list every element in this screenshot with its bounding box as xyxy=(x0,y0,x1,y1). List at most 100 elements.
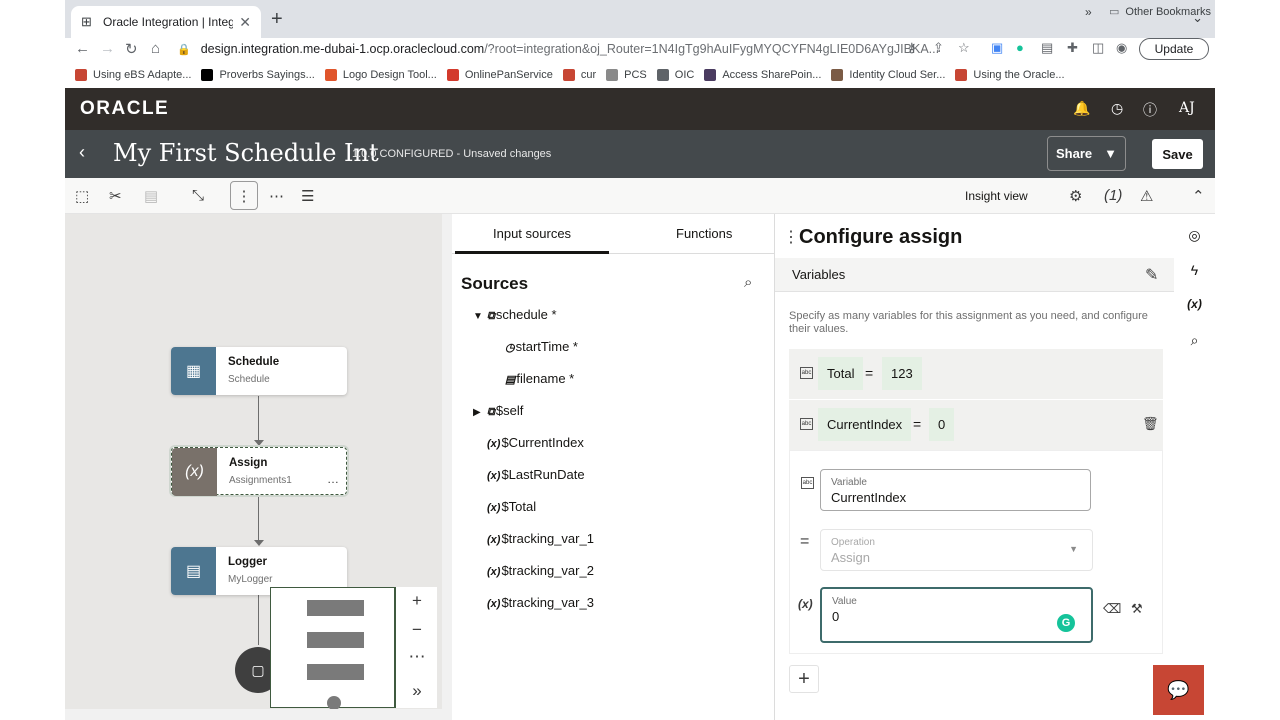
home-icon[interactable]: ⌂ xyxy=(151,40,160,57)
source-tree-item[interactable]: (x)$tracking_var_3 xyxy=(473,595,594,610)
tab-input-sources[interactable]: Input sources xyxy=(454,226,610,254)
node-menu-icon[interactable]: … xyxy=(327,472,339,486)
notifications-bell-icon[interactable]: 🔔 xyxy=(1073,100,1090,117)
assignment-row[interactable]: abc CurrentIndex = 0 🗑 xyxy=(789,400,1163,450)
save-button[interactable]: Save xyxy=(1152,139,1203,169)
bookmark-item[interactable]: OIC xyxy=(656,69,694,81)
bookmark-item[interactable]: Identity Cloud Ser... xyxy=(831,69,945,81)
expand-toggle-icon[interactable]: ▼ xyxy=(473,311,487,322)
update-button[interactable]: Update xyxy=(1139,38,1209,60)
side-panel-icon[interactable]: ◫ xyxy=(1092,40,1104,56)
minimap[interactable] xyxy=(270,587,395,710)
tab-functions[interactable]: Functions xyxy=(676,226,732,241)
expand-toggle-icon[interactable]: ▶ xyxy=(473,407,487,418)
value-field[interactable]: Value 0 G xyxy=(820,587,1093,643)
tools-icon[interactable]: ⚒ xyxy=(1131,601,1143,617)
browser-tab-title: Oracle Integration | Integration xyxy=(103,15,234,29)
browser-tab[interactable]: ⊞ Oracle Integration | Integration ✕ xyxy=(71,6,261,38)
source-tree-item[interactable]: (x)$LastRunDate xyxy=(473,467,585,482)
actions-bolt-icon[interactable]: ϟ xyxy=(1174,262,1215,278)
source-tree-item[interactable]: (x)$CurrentIndex xyxy=(473,435,584,450)
grammarly-badge-icon[interactable]: G xyxy=(1057,614,1075,632)
assignment-value[interactable]: 0 xyxy=(929,408,955,441)
source-tree-item[interactable]: ◷startTime * xyxy=(505,339,578,354)
warning-icon[interactable]: ⚠ xyxy=(1140,187,1153,205)
source-tree-item[interactable]: (x)$tracking_var_2 xyxy=(473,563,594,578)
schedule-node[interactable]: ▦ Schedule Schedule xyxy=(171,347,347,395)
assign-node[interactable]: (x) Assign Assignments1 … xyxy=(171,447,347,496)
variables-icon[interactable]: (x) xyxy=(1174,297,1215,311)
collapse-up-icon[interactable]: ⌃ xyxy=(1192,187,1205,205)
canvas-horizontal-scrollbar[interactable] xyxy=(65,709,442,720)
extension-icon[interactable]: ▣ xyxy=(991,40,1003,56)
other-bookmarks[interactable]: ▭ Other Bookmarks xyxy=(1109,5,1211,19)
source-tree-item[interactable]: (x)$Total xyxy=(473,499,536,514)
more-bookmarks-icon[interactable]: » xyxy=(1085,5,1092,19)
assignment-variable[interactable]: Total xyxy=(818,357,864,390)
zoom-out-icon[interactable]: − xyxy=(396,620,438,640)
variables-icon[interactable]: (1) xyxy=(1104,187,1122,204)
horizontal-layout-icon[interactable]: ⋯ xyxy=(269,187,284,205)
cut-icon[interactable]: ✂ xyxy=(109,187,122,205)
zoom-in-icon[interactable]: + xyxy=(396,591,438,611)
eraser-icon[interactable]: ⌫ xyxy=(1103,601,1121,617)
profile-avatar-icon[interactable]: ◉ xyxy=(1116,40,1127,56)
user-initials[interactable]: AJ xyxy=(1179,100,1195,116)
canvas-vertical-scrollbar[interactable] xyxy=(442,214,452,720)
reload-icon[interactable]: ↻ xyxy=(125,40,138,58)
variable-field[interactable]: Variable CurrentIndex xyxy=(820,469,1091,511)
bookmark-label: OnlinePanService xyxy=(464,69,553,81)
bookmark-star-icon[interactable]: ☆ xyxy=(958,40,970,56)
bookmark-item[interactable]: Using eBS Adapte... xyxy=(75,69,191,81)
help-icon[interactable]: ⓘ xyxy=(1143,100,1157,120)
url-field[interactable]: 🔒 design.integration.me-dubai-1.ocp.orac… xyxy=(177,38,1015,60)
collapse-icon[interactable]: ⤡ xyxy=(192,187,204,204)
source-tree-item[interactable]: ▤filename * xyxy=(505,371,574,386)
assignment-variable[interactable]: CurrentIndex xyxy=(818,408,912,441)
search-icon[interactable]: ⌕ xyxy=(1174,332,1215,349)
grammarly-icon[interactable]: ● xyxy=(1016,40,1024,55)
bookmark-item[interactable]: Proverbs Sayings... xyxy=(201,69,315,81)
select-icon[interactable]: ⬚ xyxy=(75,187,89,205)
bookmark-item[interactable]: cur xyxy=(562,69,596,81)
extensions-puzzle-icon[interactable]: ✚ xyxy=(1067,40,1078,56)
search-icon[interactable]: ⌕ xyxy=(744,274,752,291)
more-options-icon[interactable]: ⋯ xyxy=(396,647,438,667)
source-tree-item[interactable]: (x)$tracking_var_1 xyxy=(473,531,594,546)
share-button[interactable]: Share ▼ xyxy=(1047,136,1126,171)
equals-icon: = xyxy=(800,533,810,550)
bookmark-item[interactable]: OnlinePanService xyxy=(446,69,553,81)
back-arrow-icon[interactable]: ← xyxy=(75,40,90,57)
close-tab-icon[interactable]: ✕ xyxy=(239,14,251,31)
bookmark-item[interactable]: Access SharePoin... xyxy=(704,69,821,81)
edit-pencil-icon[interactable]: ✎ xyxy=(1145,265,1158,285)
add-assignment-button[interactable]: + xyxy=(789,665,819,693)
panel-menu-icon[interactable]: ⋮ xyxy=(783,227,799,247)
back-icon[interactable]: ‹ xyxy=(79,142,85,163)
settings-gear-icon[interactable]: ⚙ xyxy=(1069,187,1082,205)
forward-arrow-icon[interactable]: → xyxy=(100,40,115,57)
target-icon[interactable]: ◎ xyxy=(1174,227,1215,244)
chat-assistant-button[interactable]: 💬 xyxy=(1153,665,1204,715)
new-tab-icon[interactable]: + xyxy=(271,8,283,31)
extension-icon[interactable]: ▤ xyxy=(1041,40,1053,56)
bookmark-item[interactable]: Logo Design Tool... xyxy=(324,69,437,81)
source-tree-item[interactable]: ▶ ⧉$self xyxy=(473,403,523,419)
assignment-row[interactable]: abc Total = 123 xyxy=(789,349,1163,399)
history-clock-icon[interactable]: ◷ xyxy=(1111,100,1123,117)
operation-select[interactable]: Operation Assign ▼ xyxy=(820,529,1093,571)
expand-double-chevron-icon[interactable]: » xyxy=(396,681,438,701)
key-icon[interactable]: ⚷ xyxy=(907,40,917,56)
pseudo-view-icon[interactable]: ☰ xyxy=(301,187,314,205)
insight-view-link[interactable]: Insight view xyxy=(965,189,1028,203)
share-page-icon[interactable]: ⇪ xyxy=(933,40,944,56)
paste-icon[interactable]: ▤ xyxy=(144,187,158,205)
bookmark-item[interactable]: Using the Oracle... xyxy=(955,69,1065,81)
delete-trash-icon[interactable]: 🗑 xyxy=(1142,416,1159,432)
bookmark-item[interactable]: PCS xyxy=(606,69,647,81)
vertical-layout-icon[interactable]: ⋮ xyxy=(230,181,258,210)
assignment-value[interactable]: 123 xyxy=(882,357,922,390)
right-rail: ◎ ϟ (x) ⌕ xyxy=(1174,214,1215,720)
bookmark-label: Using the Oracle... xyxy=(973,69,1065,81)
source-tree-item[interactable]: ▼ ⧉schedule * xyxy=(473,307,557,323)
